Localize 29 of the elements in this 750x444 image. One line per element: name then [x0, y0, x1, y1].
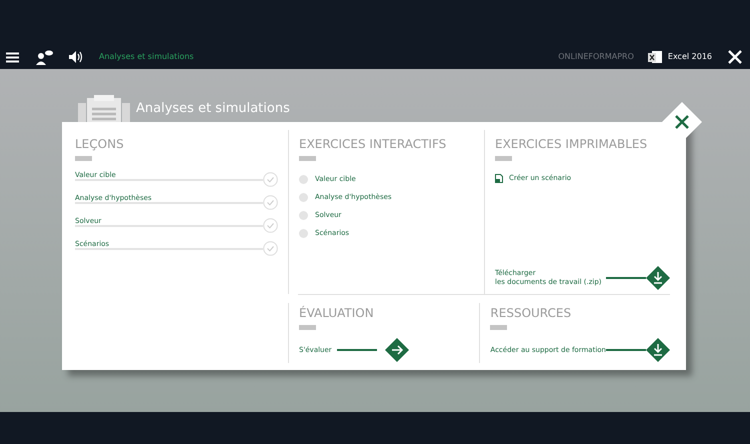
heading-underline	[75, 156, 92, 161]
panel-title: Analyses et simulations	[136, 100, 290, 118]
download-button[interactable]	[646, 338, 670, 362]
connector-line	[606, 349, 646, 351]
brand-name: ONLINEFORMAPRO	[558, 51, 634, 63]
heading-underline	[299, 156, 316, 161]
connector-line	[337, 349, 377, 351]
heading-underline	[490, 325, 508, 330]
check-circle-icon	[263, 241, 278, 256]
heading-underline	[299, 325, 316, 330]
close-button[interactable]	[662, 102, 702, 142]
download-button[interactable]	[646, 266, 670, 290]
section-heading: EXERCICES INTERACTIFS	[299, 138, 448, 150]
section-heading: EXERCICES IMPRIMABLES	[495, 138, 648, 150]
product-name: Excel 2016	[668, 51, 712, 63]
heading-underline	[495, 156, 512, 161]
connector-line	[606, 277, 646, 279]
check-circle-icon	[263, 172, 278, 187]
section-heading: RESSOURCES	[490, 307, 572, 319]
speaker-bubble-icon[interactable]	[34, 48, 54, 66]
section-heading: ÉVALUATION	[299, 307, 375, 319]
arrow-button[interactable]	[385, 338, 409, 362]
breadcrumb: Analyses et simulations	[99, 51, 194, 63]
spreadsheet-icon	[648, 50, 662, 64]
close-icon[interactable]	[726, 48, 744, 66]
document-icon	[495, 174, 503, 183]
section-heading: LEÇONS	[75, 138, 125, 150]
check-circle-icon	[263, 218, 278, 233]
check-circle-icon	[263, 195, 278, 210]
